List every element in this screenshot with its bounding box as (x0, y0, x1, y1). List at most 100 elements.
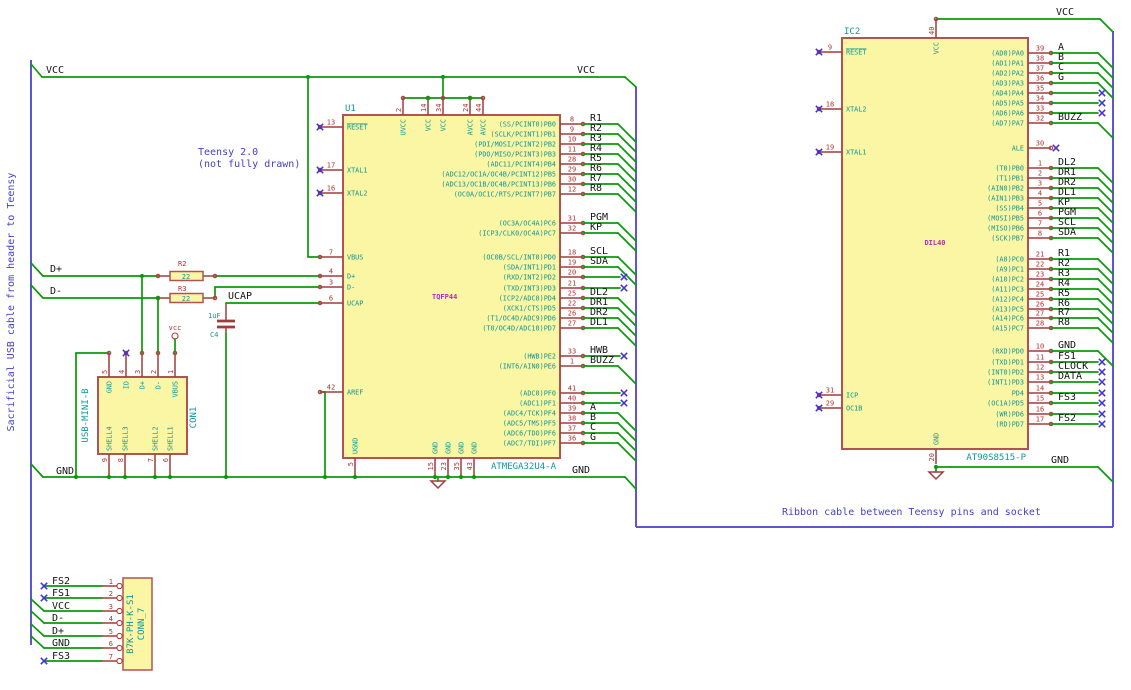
note-text: Ribbon cable between Teensy pins and soc… (782, 507, 1041, 518)
pin-name: (OC3A/OC4A)PC6 (499, 220, 556, 228)
pin-number: 41 (568, 385, 576, 393)
pin-number: 3 (329, 279, 333, 287)
schematic-page: 13 RESET 17 XTAL1 16 XTAL2 7 VBUS 4 D+ 3 D- 6 UCAP 42 A… (0, 0, 1131, 690)
junction-dot (155, 295, 161, 301)
junction-dot (933, 464, 939, 470)
text-label: TQFP44 (432, 293, 457, 301)
junction-dot (445, 474, 451, 480)
wire (617, 412, 637, 432)
net-label: BUZZ (1058, 112, 1082, 123)
pin-name: D- (347, 284, 355, 292)
pin-number: 25 (568, 290, 576, 298)
pin-number: 3 (1038, 180, 1042, 188)
pin-number: 16 (327, 185, 335, 193)
pin-number: 1 (109, 578, 113, 586)
pin-number: 29 (826, 400, 834, 408)
wire (617, 442, 637, 462)
net-label: KP (590, 222, 602, 233)
net-label: G (590, 432, 596, 443)
junction-dot (425, 95, 431, 101)
pin-name: (XCK1/CTS)PD5 (503, 305, 556, 313)
pin-number: 26 (568, 310, 576, 318)
net-label: D- (52, 613, 64, 624)
pin-number: 13 (1036, 374, 1044, 382)
wire (30, 623, 45, 637)
pin-number: 23 (1036, 271, 1044, 279)
junction-dot (432, 474, 438, 480)
pin-name: AREF (347, 389, 363, 397)
pin-name: (ICP3/CLK0/OC4A)PC7 (478, 230, 556, 238)
pin-number: 1 (1038, 160, 1042, 168)
junction-dot (122, 474, 128, 480)
wire (617, 232, 637, 252)
pin-number: 34 (435, 104, 443, 112)
net-label: DATA (1058, 371, 1082, 382)
pin-number: 24 (462, 104, 470, 112)
text-label: DIL40 (924, 239, 945, 247)
text-label: D- (50, 286, 62, 297)
pin-number: 3 (134, 370, 142, 374)
pin-number: 12 (1036, 364, 1044, 372)
pin-name: VCC (440, 119, 448, 131)
text-label: D+ (50, 264, 62, 275)
pin-name: (A10)PC2 (991, 276, 1024, 284)
pin-name: (OC1A)PD5 (987, 400, 1024, 408)
junction-dot (223, 474, 229, 480)
pin-name: (HWB)PE2 (523, 353, 556, 361)
note-text: Teensy 2.0 (198, 147, 258, 158)
pin-name: (A14)PC6 (991, 315, 1024, 323)
text-label: C4 (210, 331, 218, 339)
junction-dot (322, 474, 328, 480)
pin-name: SHELL2 (152, 426, 160, 451)
pin-name: ICP (846, 392, 858, 400)
net-label: FS3 (1058, 392, 1076, 403)
wire (1099, 18, 1114, 33)
wire (617, 432, 637, 452)
pin-name: (ADC1)PF1 (519, 400, 556, 408)
text-label: vcc (169, 324, 182, 332)
pin-name: AVCC (480, 119, 488, 135)
pin-number: 1 (570, 358, 574, 366)
pin-name: GND (933, 433, 941, 445)
pin-number: 18 (568, 249, 576, 257)
pin-number: 5 (109, 628, 113, 636)
pin-number: 31 (568, 215, 576, 223)
pin-name: (SDA/INT1)PD1 (503, 264, 556, 272)
pin-name: (RXD/INT2)PD2 (503, 274, 556, 282)
pin-number: 38 (1036, 55, 1044, 63)
pin-name: ALE (1012, 145, 1024, 153)
junction-dot (152, 474, 158, 480)
note-text: (not fully drawn) (198, 159, 300, 170)
text-label: 1uF (208, 312, 221, 320)
pin-name: UGND (352, 438, 360, 454)
schematic-canvas[interactable]: 13RESET17XTAL116XTAL27VBUS4D+3D-6UCAP42A… (0, 0, 1131, 690)
junction-dot (467, 95, 473, 101)
pin-number: 6 (329, 295, 333, 303)
junction-dot (73, 474, 79, 480)
text-label: 22 (182, 295, 190, 303)
pin-number: 9 (828, 44, 832, 52)
reference-label: IC2 (844, 27, 860, 37)
pin-number: 8 (1038, 230, 1042, 238)
pin-name: (AD4)PA4 (991, 90, 1024, 98)
pin-number: 32 (1036, 115, 1044, 123)
net-label: GND (1058, 340, 1076, 351)
text-label: R2 (178, 260, 186, 268)
pin-name: (A15)PC7 (991, 325, 1024, 333)
pin-name: (AIN1)PB3 (987, 195, 1024, 203)
value-label: USB-MINI-B (81, 388, 91, 442)
pin-name: UCAP (347, 300, 363, 308)
pin-name: (ICP2/ADC8)PD4 (499, 295, 556, 303)
pin-name: (SS/PCINT0)PB0 (499, 121, 556, 129)
pin-number: 20 (568, 269, 576, 277)
net-label: D+ (52, 626, 64, 637)
pin-number: 17 (327, 162, 335, 170)
text-label: VCC (1056, 7, 1074, 18)
pin-name: VBUS (347, 254, 363, 262)
pin-number: 13 (327, 119, 335, 127)
net-label: FS1 (52, 588, 70, 599)
pin-name: (A9)PC1 (995, 266, 1024, 274)
pin-number: 39 (568, 405, 576, 413)
pin-number: 10 (568, 136, 576, 144)
pin-number: 6 (162, 458, 170, 462)
